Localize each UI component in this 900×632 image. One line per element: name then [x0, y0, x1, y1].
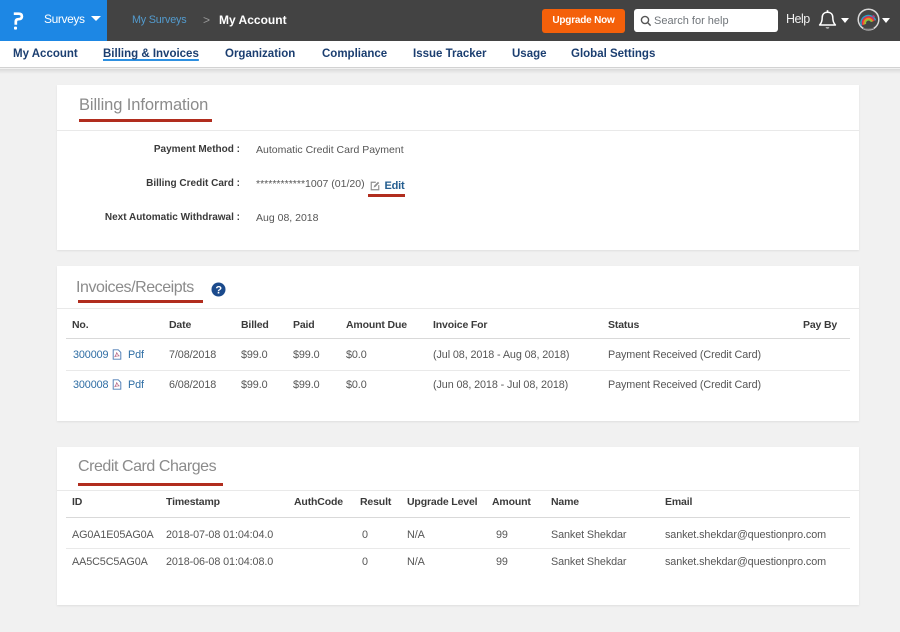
svg-text:?: ?	[215, 284, 222, 296]
